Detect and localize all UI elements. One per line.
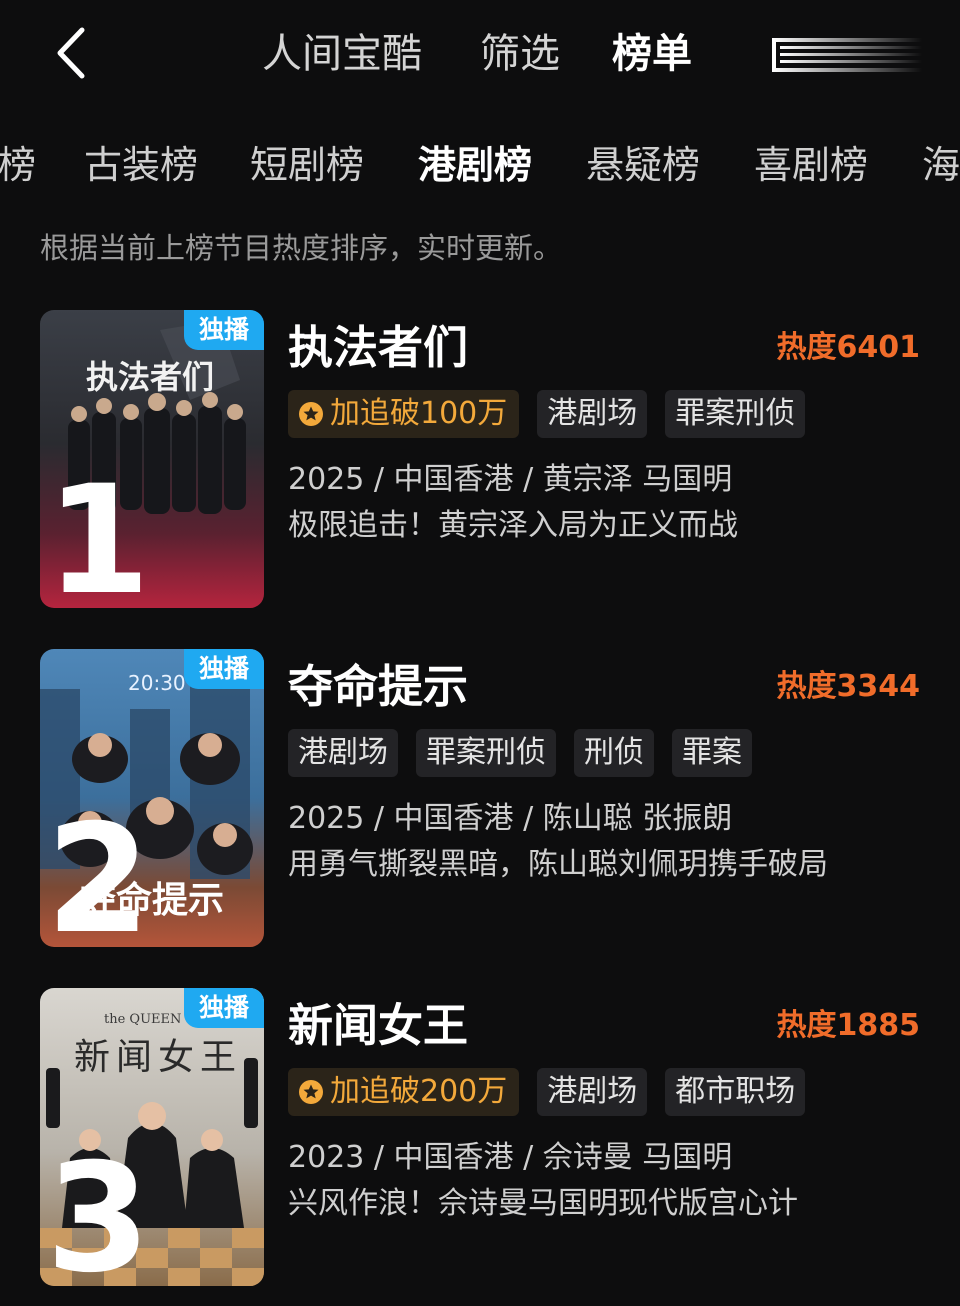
poster[interactable]: 执法者们 独播 1 <box>40 310 264 608</box>
rank-number: 2 <box>46 793 150 947</box>
tag-row: 加追破100万 港剧场 罪案刑侦 <box>288 390 806 438</box>
ranking-description: 根据当前上榜节目热度排序，实时更新。 <box>40 231 563 265</box>
show-meta: 2025 / 中国香港 / 黄宗泽 马国明 <box>288 462 733 497</box>
show-slogan: 用勇气撕裂黑暗，陈山聪刘佩玥携手破局 <box>288 847 828 882</box>
list-item[interactable]: 执法者们 独播 1 执法者们 热度6401 加追破100万 港剧场 罪案刑侦 2… <box>0 310 960 610</box>
poster-title-text: 执法者们 <box>86 358 215 396</box>
heat-score: 热度6401 <box>776 330 921 365</box>
genre-tag[interactable]: 都市职场 <box>665 1068 806 1116</box>
show-title: 夺命提示 <box>288 660 469 713</box>
genre-tag[interactable]: 罪案刑侦 <box>416 729 556 777</box>
poster-time-text: 20:30 <box>128 671 186 695</box>
tab-suspense-ranking[interactable]: 悬疑榜 <box>586 138 700 192</box>
back-button[interactable] <box>48 20 104 86</box>
tab-category-partial-right[interactable]: 海 <box>922 138 960 192</box>
star-badge-icon <box>299 402 323 426</box>
genre-tag[interactable]: 罪案刑侦 <box>665 390 806 438</box>
list-item[interactable]: 20:30 夺命提示 独播 2 夺命提示 热度3344 港剧场 罪案刑侦 刑侦 … <box>0 649 960 949</box>
tag-row: 加追破200万 港剧场 都市职场 <box>288 1068 806 1116</box>
follow-milestone-label: 加追破100万 <box>330 396 508 431</box>
tab-category-partial-left[interactable]: 榜 <box>0 138 36 192</box>
chevron-left-icon <box>57 27 85 79</box>
poster[interactable]: the QUEEN of news 新闻女王 独播 3 <box>40 988 264 1286</box>
menu-lines-icon <box>772 38 922 72</box>
tab-comedy-ranking[interactable]: 喜剧榜 <box>754 138 868 192</box>
menu-button[interactable] <box>766 30 922 80</box>
tag-row: 港剧场 罪案刑侦 刑侦 罪案 <box>288 729 752 777</box>
genre-tag[interactable]: 港剧场 <box>537 390 648 438</box>
follow-milestone-tag: 加追破200万 <box>288 1068 520 1116</box>
follow-milestone-tag: 加追破100万 <box>288 390 520 438</box>
show-meta: 2023 / 中国香港 / 佘诗曼 马国明 <box>288 1140 733 1175</box>
genre-tag[interactable]: 刑侦 <box>574 729 654 777</box>
rank-number: 3 <box>46 1132 150 1286</box>
heat-score: 热度1885 <box>776 1008 921 1043</box>
category-tabs: 榜 古装榜 短剧榜 港剧榜 悬疑榜 喜剧榜 海 <box>0 130 960 200</box>
tab-hk-drama-ranking[interactable]: 港剧榜 <box>418 138 532 192</box>
poster[interactable]: 20:30 夺命提示 独播 2 <box>40 649 264 947</box>
exclusive-badge: 独播 <box>184 649 264 689</box>
genre-tag[interactable]: 港剧场 <box>537 1068 648 1116</box>
tab-costume-ranking[interactable]: 古装榜 <box>84 138 198 192</box>
tab-filter[interactable]: 筛选 <box>480 26 560 82</box>
tab-ranking[interactable]: 榜单 <box>612 26 692 82</box>
top-nav: 人间宝酷 筛选 榜单 <box>0 0 960 110</box>
exclusive-badge: 独播 <box>184 310 264 350</box>
ranking-page: 人间宝酷 筛选 榜单 榜 古装榜 短剧榜 港剧榜 悬疑榜 喜剧榜 海 根据当前上… <box>0 0 960 1306</box>
tab-renjian-baoku[interactable]: 人间宝酷 <box>262 26 422 82</box>
star-badge-icon <box>299 1080 323 1104</box>
poster-title-text: 新闻女王 <box>74 1037 243 1078</box>
show-slogan: 极限追击！黄宗泽入局为正义而战 <box>288 508 738 543</box>
tab-short-drama-ranking[interactable]: 短剧榜 <box>250 138 364 192</box>
genre-tag[interactable]: 港剧场 <box>288 729 398 777</box>
show-title: 执法者们 <box>288 321 469 374</box>
show-title: 新闻女王 <box>288 999 469 1052</box>
list-item[interactable]: the QUEEN of news 新闻女王 独播 3 新闻女王 热度1885 … <box>0 988 960 1288</box>
rank-number: 1 <box>46 454 150 608</box>
heat-score: 热度3344 <box>776 669 921 704</box>
genre-tag[interactable]: 罪案 <box>672 729 752 777</box>
show-slogan: 兴风作浪！佘诗曼马国明现代版宫心计 <box>288 1186 798 1221</box>
exclusive-badge: 独播 <box>184 988 264 1028</box>
show-meta: 2025 / 中国香港 / 陈山聪 张振朗 <box>288 801 733 836</box>
follow-milestone-label: 加追破200万 <box>330 1074 508 1109</box>
